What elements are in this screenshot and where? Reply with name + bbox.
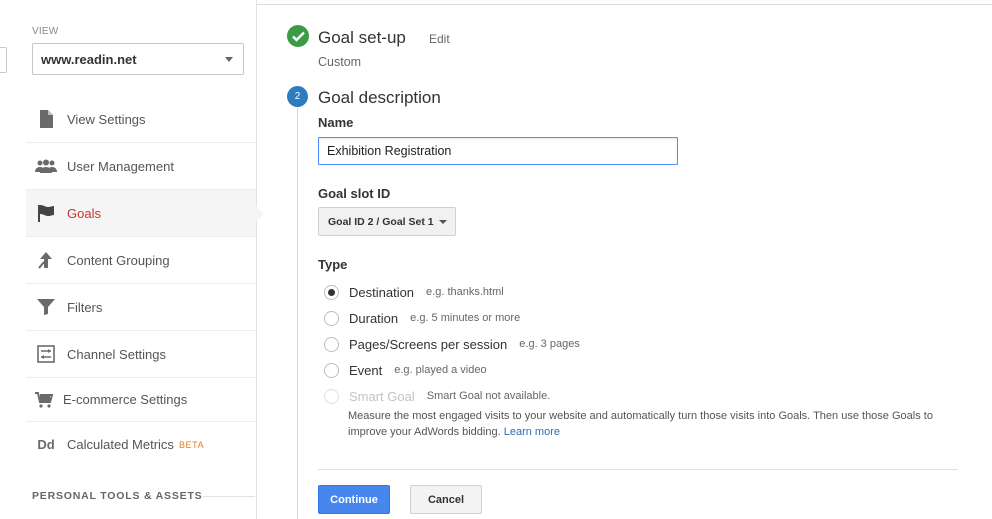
nav-label: User Management — [67, 158, 174, 174]
flag-icon — [26, 204, 66, 222]
type-option-hint: e.g. 3 pages — [519, 338, 580, 350]
type-option-hint: e.g. 5 minutes or more — [410, 312, 521, 324]
radio-button[interactable] — [324, 310, 339, 326]
goal-slot-value: Goal ID 2 / Goal Set 1 — [328, 215, 434, 228]
admin-sidebar: VIEW www.readin.net View Settings User M… — [0, 0, 264, 519]
nav-label: Calculated Metrics — [67, 437, 174, 452]
nav-label: Filters — [67, 299, 103, 315]
nav-item-ecommerce-settings[interactable]: E-commerce Settings — [26, 378, 256, 422]
goal-slot-dropdown[interactable]: Goal ID 2 / Goal Set 1 — [318, 207, 456, 236]
type-option-label: Smart Goal — [349, 388, 415, 404]
filter-icon — [26, 299, 66, 315]
type-option-hint: Smart Goal not available. — [426, 390, 551, 402]
step2-title: Goal description — [318, 88, 441, 107]
step1-subtitle: Custom — [318, 55, 362, 69]
nav-item-goals[interactable]: Goals — [26, 190, 264, 237]
goal-slot-label: Goal slot ID — [318, 186, 391, 201]
nav-item-calculated-metrics[interactable]: Dd Calculated Metrics BETA — [26, 422, 256, 467]
step-connector-line — [297, 108, 298, 519]
continue-button[interactable]: Continue — [318, 485, 390, 514]
content-grouping-icon — [26, 251, 66, 269]
radio-selected-dot — [328, 288, 335, 296]
nav-label: Content Grouping — [67, 252, 170, 268]
document-icon — [26, 110, 66, 128]
smart-goal-description: Measure the most engaged visits to your … — [348, 408, 948, 440]
cart-icon — [26, 391, 62, 408]
type-option-label: Event — [349, 362, 383, 378]
type-option-destination[interactable]: Destination e.g. thanks.html — [324, 283, 504, 301]
radio-button[interactable] — [324, 336, 339, 352]
smart-goal-description-text: Measure the most engaged visits to your … — [348, 410, 933, 438]
type-option-event[interactable]: Event e.g. played a video — [324, 361, 487, 379]
personal-tools-heading: PERSONAL TOOLS & ASSETS — [32, 490, 203, 502]
learn-more-link[interactable]: Learn more — [504, 426, 560, 438]
type-option-hint: e.g. thanks.html — [426, 286, 504, 298]
view-selector[interactable]: www.readin.net — [32, 43, 244, 75]
radio-button[interactable] — [324, 362, 339, 378]
view-label: VIEW — [32, 26, 59, 37]
goal-name-input[interactable] — [318, 137, 678, 165]
chevron-down-icon — [439, 220, 447, 224]
type-option-pages-screens[interactable]: Pages/Screens per session e.g. 3 pages — [324, 335, 580, 353]
name-label: Name — [318, 115, 354, 130]
dd-icon: Dd — [37, 437, 55, 452]
nav-label: E-commerce Settings — [63, 392, 188, 407]
beta-badge: BETA — [178, 439, 205, 450]
cancel-button[interactable]: Cancel — [410, 485, 482, 514]
nav-label: Goals — [67, 205, 101, 221]
type-option-smart-goal: Smart Goal Smart Goal not available. — [324, 387, 550, 405]
nav-item-channel-settings[interactable]: Channel Settings — [26, 331, 256, 378]
step1-title: Goal set-up — [318, 28, 406, 47]
nav-item-content-grouping[interactable]: Content Grouping — [26, 237, 256, 284]
type-label: Type — [318, 257, 348, 272]
form-divider — [318, 469, 958, 470]
nav-item-view-settings[interactable]: View Settings — [26, 96, 256, 143]
type-option-label: Pages/Screens per session — [349, 336, 508, 352]
edit-link[interactable]: Edit — [429, 32, 450, 46]
top-divider — [257, 4, 992, 5]
nav-item-user-management[interactable]: User Management — [26, 143, 256, 190]
check-icon — [287, 25, 309, 47]
radio-button[interactable] — [324, 284, 339, 300]
type-option-hint: e.g. played a video — [394, 364, 487, 376]
nav-label: Channel Settings — [67, 346, 167, 362]
nav-label: View Settings — [67, 111, 146, 127]
type-option-label: Destination — [349, 284, 415, 300]
users-icon — [26, 159, 66, 173]
channel-settings-icon — [26, 345, 66, 363]
radio-button-disabled — [324, 388, 339, 404]
view-nav: View Settings User Management Goals Cont… — [26, 96, 264, 467]
section-divider — [203, 496, 255, 497]
chevron-down-icon — [225, 57, 233, 62]
step2-number-badge: 2 — [287, 86, 308, 107]
type-option-duration[interactable]: Duration e.g. 5 minutes or more — [324, 309, 520, 327]
type-option-label: Duration — [349, 310, 399, 326]
nav-item-filters[interactable]: Filters — [26, 284, 256, 331]
view-selector-value: www.readin.net — [41, 51, 137, 67]
